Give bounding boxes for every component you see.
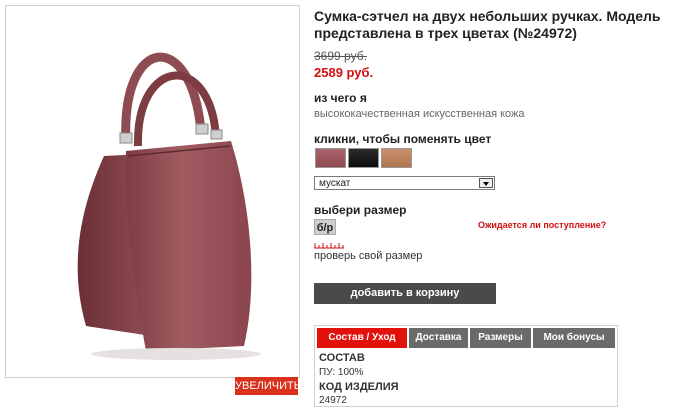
material-value: высококачественная искусственная кожа — [314, 108, 525, 120]
chevron-down-icon[interactable] — [479, 178, 493, 188]
add-to-cart-button[interactable]: добавить в корзину — [314, 283, 496, 304]
composition-heading: СОСТАВ — [319, 352, 365, 364]
availability-link[interactable]: Ожидается ли поступление? — [478, 220, 606, 230]
size-heading: выбери размер — [314, 203, 407, 217]
color-heading: кликни, чтобы поменять цвет — [314, 132, 492, 146]
product-code-value: 24972 — [319, 395, 347, 406]
product-photo[interactable] — [5, 5, 300, 378]
zoom-button[interactable]: УВЕЛИЧИТЬ — [235, 377, 301, 395]
new-price: 2589 руб. — [314, 65, 374, 80]
info-tabs: Состав / Уход Доставка Размеры Мои бонус… — [314, 325, 618, 407]
color-swatch-mauve[interactable] — [315, 148, 346, 168]
tab-sizes[interactable]: Размеры — [470, 328, 531, 348]
color-swatch-tan[interactable] — [381, 148, 412, 168]
tab-composition-care[interactable]: Состав / Уход — [317, 328, 407, 348]
size-option[interactable]: б/р — [314, 219, 336, 235]
color-select[interactable]: мускат — [314, 176, 495, 190]
ruler-icon — [314, 243, 344, 249]
color-swatch-black[interactable] — [348, 148, 379, 168]
composition-value: ПУ: 100% — [319, 367, 364, 378]
tab-delivery[interactable]: Доставка — [409, 328, 468, 348]
check-size-link[interactable]: проверь свой размер — [314, 250, 422, 262]
tab-my-bonuses[interactable]: Мои бонусы — [533, 328, 615, 348]
product-title: Сумка-сэтчел на двух небольших ручках. М… — [314, 8, 661, 41]
handbag-illustration — [77, 52, 261, 360]
old-price: 3699 руб. — [314, 49, 367, 63]
product-code-heading: КОД ИЗДЕЛИЯ — [319, 381, 399, 393]
color-select-value: мускат — [319, 178, 351, 189]
material-heading: из чего я — [314, 91, 367, 105]
